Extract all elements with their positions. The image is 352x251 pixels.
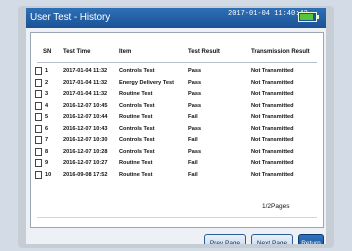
row-checkbox[interactable] xyxy=(35,159,42,167)
cell-test-result: Pass xyxy=(188,148,202,155)
cell-item: Routine Test xyxy=(119,91,153,97)
cell-transmission-result: Not Transmitted xyxy=(251,102,294,109)
cell-transmission-result: Not Transmitted xyxy=(251,148,294,155)
header-item: Item xyxy=(119,49,132,55)
battery-icon xyxy=(298,12,317,22)
row-checkbox[interactable] xyxy=(35,136,42,144)
cell-test-result: Fail xyxy=(188,160,198,166)
cell-sn: 3 xyxy=(45,91,49,97)
row-checkbox[interactable] xyxy=(35,67,42,75)
table-row[interactable]: 7 2016-12-07 10:30 Controls Test Fail Not Tr… xyxy=(31,136,323,145)
cell-transmission-result: Not Transmitted xyxy=(251,160,294,166)
cell-item: Routine Test xyxy=(119,160,153,166)
table-row[interactable]: 3 2017-01-04 11:32 Routine Test Pass Not Tra… xyxy=(31,90,323,99)
row-checkbox[interactable] xyxy=(35,78,42,87)
table-row[interactable]: 9 2016-12-07 10:27 Routine Test Fail Not Tra… xyxy=(31,159,323,168)
cell-item: Controls Test xyxy=(119,68,155,74)
cell-item: Controls Test xyxy=(119,102,155,109)
cell-transmission-result: Not Transmitted xyxy=(251,79,294,86)
screen: User Test - History 2017-01-04 11:40:42 … xyxy=(26,8,326,244)
cell-transmission-result: Not Transmitted xyxy=(251,137,294,143)
row-checkbox[interactable] xyxy=(35,147,42,156)
header-test-time: Test Time xyxy=(63,49,91,55)
cell-test-result: Pass xyxy=(188,102,202,109)
cell-item: Controls Test xyxy=(119,137,155,143)
battery-terminal xyxy=(317,15,319,19)
cell-sn: 5 xyxy=(45,114,49,120)
cell-test-time: 2016-12-07 10:44 xyxy=(63,114,108,120)
header-divider xyxy=(37,62,317,63)
cell-sn: 1 xyxy=(45,68,49,74)
cell-transmission-result: Not Transmitted xyxy=(251,68,294,74)
cell-sn: 4 xyxy=(45,102,49,109)
cell-sn: 6 xyxy=(45,125,49,132)
history-table: SN Test Time Item Test Result Transmissi… xyxy=(30,32,324,228)
row-checkbox[interactable] xyxy=(35,113,42,121)
row-checkbox[interactable] xyxy=(35,124,42,133)
cell-test-time: 2016-12-07 10:28 xyxy=(63,148,108,155)
cell-sn: 2 xyxy=(45,79,49,86)
cell-test-time: 2017-01-04 11:32 xyxy=(63,91,108,97)
footer-divider xyxy=(37,217,317,218)
table-row[interactable]: 8 2016-12-07 10:28 Controls Test Pass Not Tr… xyxy=(31,147,323,157)
cell-test-time: 2016-09-08 17:52 xyxy=(63,171,108,178)
table-row[interactable]: 6 2016-12-07 10:43 Controls Test Pass Not Tr… xyxy=(31,124,323,134)
datetime: 2017-01-04 11:40:42 xyxy=(228,10,308,18)
header-transmission-result: Transmission Result xyxy=(251,49,310,55)
cell-transmission-result: Not Transmitted xyxy=(251,114,294,120)
cell-test-result: Fail xyxy=(188,114,198,120)
battery-level-fill xyxy=(300,14,313,20)
title-bar: User Test - History 2017-01-04 11:40:42 xyxy=(26,8,326,28)
cell-transmission-result: Not Transmitted xyxy=(251,171,294,178)
header-test-result: Test Result xyxy=(188,49,220,55)
table-row[interactable]: 1 2017-01-04 11:32 Controls Test Pass Not Tr… xyxy=(31,67,323,76)
cell-item: Controls Test xyxy=(119,125,155,132)
table-row[interactable]: 2 2017-01-04 11:32 Energy Delivery Test Pas… xyxy=(31,78,323,88)
row-checkbox[interactable] xyxy=(35,90,42,98)
cell-sn: 10 xyxy=(45,171,52,178)
table-row[interactable]: 4 2016-12-07 10:45 Controls Test Pass Not Tr… xyxy=(31,101,323,111)
cell-test-time: 2017-01-04 11:32 xyxy=(63,79,108,86)
cell-test-time: 2016-12-07 10:43 xyxy=(63,125,108,132)
row-checkbox[interactable] xyxy=(35,101,42,110)
cell-item: Routine Test xyxy=(119,171,153,178)
cell-test-result: Pass xyxy=(188,68,202,74)
cell-test-time: 2016-12-07 10:45 xyxy=(63,102,108,109)
cell-test-time: 2016-12-07 10:30 xyxy=(63,137,108,143)
cell-transmission-result: Not Transmitted xyxy=(251,125,294,132)
cell-sn: 9 xyxy=(45,160,49,166)
table-row[interactable]: 5 2016-12-07 10:44 Routine Test Fail Not Tra… xyxy=(31,113,323,122)
cell-test-result: Pass xyxy=(188,125,202,132)
cell-item: Routine Test xyxy=(119,114,153,120)
cell-item: Energy Delivery Test xyxy=(119,79,174,86)
cell-sn: 7 xyxy=(45,137,49,143)
cell-test-time: 2016-12-07 10:27 xyxy=(63,160,108,166)
cell-transmission-result: Not Transmitted xyxy=(251,91,294,97)
cell-test-result: Pass xyxy=(188,79,202,86)
next-page-button[interactable]: Next Page xyxy=(251,234,293,244)
cell-test-time: 2017-01-04 11:32 xyxy=(63,68,108,74)
cell-test-result: Fail xyxy=(188,137,198,143)
row-checkbox[interactable] xyxy=(35,170,42,179)
cell-test-result: Pass xyxy=(188,91,202,97)
header-sn: SN xyxy=(43,49,52,55)
window-title: User Test - History xyxy=(30,12,111,23)
return-button[interactable]: Return xyxy=(298,234,324,244)
cell-test-result: Fail xyxy=(188,171,198,178)
cell-item: Controls Test xyxy=(119,148,155,155)
page-indicator: 1/2Pages xyxy=(262,203,290,210)
prev-page-button[interactable]: Prev Page xyxy=(204,234,246,244)
cell-sn: 8 xyxy=(45,148,49,155)
table-row[interactable]: 10 2016-09-08 17:52 Routine Test Fail Not Tr… xyxy=(31,170,323,180)
